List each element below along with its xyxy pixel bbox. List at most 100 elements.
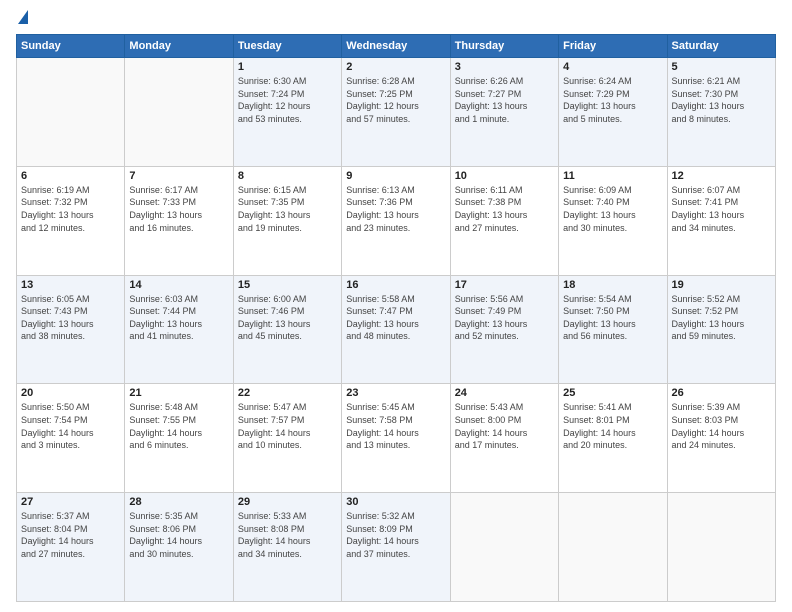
calendar-day-cell (125, 58, 233, 167)
calendar-day-cell: 13 Sunrise: 6:05 AM Sunset: 7:43 PM Dayli… (17, 275, 125, 384)
weekday-header-friday: Friday (559, 35, 667, 58)
calendar-table: SundayMondayTuesdayWednesdayThursdayFrid… (16, 34, 776, 602)
calendar-day-cell: 28 Sunrise: 5:35 AM Sunset: 8:06 PM Dayli… (125, 493, 233, 602)
day-info: Sunrise: 5:33 AM Sunset: 8:08 PM Dayligh… (238, 510, 337, 560)
day-number: 16 (346, 279, 445, 291)
calendar-day-cell: 1 Sunrise: 6:30 AM Sunset: 7:24 PM Daylig… (233, 58, 341, 167)
day-info: Sunrise: 5:39 AM Sunset: 8:03 PM Dayligh… (672, 401, 771, 451)
calendar-day-cell: 20 Sunrise: 5:50 AM Sunset: 7:54 PM Dayli… (17, 384, 125, 493)
day-number: 10 (455, 170, 554, 182)
day-info: Sunrise: 6:05 AM Sunset: 7:43 PM Dayligh… (21, 293, 120, 343)
weekday-header-thursday: Thursday (450, 35, 558, 58)
calendar-day-cell: 8 Sunrise: 6:15 AM Sunset: 7:35 PM Daylig… (233, 166, 341, 275)
calendar-day-cell: 22 Sunrise: 5:47 AM Sunset: 7:57 PM Dayli… (233, 384, 341, 493)
calendar-day-cell: 24Sunrise: 5:43 AM Sunset: 8:00 PM Dayli… (450, 384, 558, 493)
calendar-day-cell: 17 Sunrise: 5:56 AM Sunset: 7:49 PM Dayli… (450, 275, 558, 384)
weekday-header-tuesday: Tuesday (233, 35, 341, 58)
day-info: Sunrise: 6:15 AM Sunset: 7:35 PM Dayligh… (238, 184, 337, 234)
calendar-day-cell: 2 Sunrise: 6:28 AM Sunset: 7:25 PM Daylig… (342, 58, 450, 167)
day-info: Sunrise: 5:50 AM Sunset: 7:54 PM Dayligh… (21, 401, 120, 451)
day-number: 26 (672, 387, 771, 399)
day-info: Sunrise: 6:26 AM Sunset: 7:27 PM Dayligh… (455, 75, 554, 125)
calendar-week-row: 27 Sunrise: 5:37 AM Sunset: 8:04 PM Dayli… (17, 493, 776, 602)
day-info: Sunrise: 6:07 AM Sunset: 7:41 PM Dayligh… (672, 184, 771, 234)
calendar-day-cell: 14 Sunrise: 6:03 AM Sunset: 7:44 PM Dayli… (125, 275, 233, 384)
weekday-header-saturday: Saturday (667, 35, 775, 58)
weekday-header-row: SundayMondayTuesdayWednesdayThursdayFrid… (17, 35, 776, 58)
day-info: Sunrise: 6:17 AM Sunset: 7:33 PM Dayligh… (129, 184, 228, 234)
day-number: 27 (21, 496, 120, 508)
page: SundayMondayTuesdayWednesdayThursdayFrid… (0, 0, 792, 612)
day-number: 5 (672, 61, 771, 73)
day-info: Sunrise: 5:32 AM Sunset: 8:09 PM Dayligh… (346, 510, 445, 560)
day-number: 21 (129, 387, 228, 399)
day-info: Sunrise: 5:54 AM Sunset: 7:50 PM Dayligh… (563, 293, 662, 343)
calendar-week-row: 13 Sunrise: 6:05 AM Sunset: 7:43 PM Dayli… (17, 275, 776, 384)
day-info: Sunrise: 6:28 AM Sunset: 7:25 PM Dayligh… (346, 75, 445, 125)
calendar-day-cell: 10 Sunrise: 6:11 AM Sunset: 7:38 PM Dayli… (450, 166, 558, 275)
logo (16, 12, 28, 26)
calendar-day-cell (450, 493, 558, 602)
calendar-day-cell: 12 Sunrise: 6:07 AM Sunset: 7:41 PM Dayli… (667, 166, 775, 275)
calendar-day-cell: 26 Sunrise: 5:39 AM Sunset: 8:03 PM Dayli… (667, 384, 775, 493)
day-number: 14 (129, 279, 228, 291)
day-number: 2 (346, 61, 445, 73)
day-number: 17 (455, 279, 554, 291)
day-info: Sunrise: 5:58 AM Sunset: 7:47 PM Dayligh… (346, 293, 445, 343)
header (16, 12, 776, 26)
day-info: Sunrise: 6:21 AM Sunset: 7:30 PM Dayligh… (672, 75, 771, 125)
day-number: 12 (672, 170, 771, 182)
calendar-day-cell: 11 Sunrise: 6:09 AM Sunset: 7:40 PM Dayli… (559, 166, 667, 275)
day-number: 8 (238, 170, 337, 182)
day-info: Sunrise: 6:09 AM Sunset: 7:40 PM Dayligh… (563, 184, 662, 234)
calendar-day-cell: 29 Sunrise: 5:33 AM Sunset: 8:08 PM Dayli… (233, 493, 341, 602)
weekday-header-wednesday: Wednesday (342, 35, 450, 58)
calendar-day-cell: 23 Sunrise: 5:45 AM Sunset: 7:58 PM Dayli… (342, 384, 450, 493)
logo-triangle-icon (18, 10, 28, 24)
calendar-day-cell: 21 Sunrise: 5:48 AM Sunset: 7:55 PM Dayli… (125, 384, 233, 493)
day-info: Sunrise: 5:43 AM Sunset: 8:00 PM Dayligh… (455, 401, 554, 451)
day-info: Sunrise: 5:56 AM Sunset: 7:49 PM Dayligh… (455, 293, 554, 343)
day-number: 23 (346, 387, 445, 399)
calendar-day-cell: 5 Sunrise: 6:21 AM Sunset: 7:30 PM Daylig… (667, 58, 775, 167)
calendar-day-cell: 6Sunrise: 6:19 AM Sunset: 7:32 PM Daylig… (17, 166, 125, 275)
calendar-week-row: 1 Sunrise: 6:30 AM Sunset: 7:24 PM Daylig… (17, 58, 776, 167)
day-number: 20 (21, 387, 120, 399)
day-number: 28 (129, 496, 228, 508)
calendar-day-cell: 9 Sunrise: 6:13 AM Sunset: 7:36 PM Daylig… (342, 166, 450, 275)
day-info: Sunrise: 5:37 AM Sunset: 8:04 PM Dayligh… (21, 510, 120, 560)
calendar-day-cell: 4 Sunrise: 6:24 AM Sunset: 7:29 PM Daylig… (559, 58, 667, 167)
day-number: 9 (346, 170, 445, 182)
day-number: 11 (563, 170, 662, 182)
calendar-day-cell: 16 Sunrise: 5:58 AM Sunset: 7:47 PM Dayli… (342, 275, 450, 384)
calendar-day-cell: 3Sunrise: 6:26 AM Sunset: 7:27 PM Daylig… (450, 58, 558, 167)
day-info: Sunrise: 6:00 AM Sunset: 7:46 PM Dayligh… (238, 293, 337, 343)
calendar-day-cell: 30Sunrise: 5:32 AM Sunset: 8:09 PM Dayli… (342, 493, 450, 602)
day-info: Sunrise: 5:35 AM Sunset: 8:06 PM Dayligh… (129, 510, 228, 560)
day-info: Sunrise: 6:30 AM Sunset: 7:24 PM Dayligh… (238, 75, 337, 125)
day-info: Sunrise: 6:13 AM Sunset: 7:36 PM Dayligh… (346, 184, 445, 234)
calendar-day-cell (559, 493, 667, 602)
day-info: Sunrise: 6:03 AM Sunset: 7:44 PM Dayligh… (129, 293, 228, 343)
day-number: 19 (672, 279, 771, 291)
calendar-day-cell: 7 Sunrise: 6:17 AM Sunset: 7:33 PM Daylig… (125, 166, 233, 275)
day-number: 22 (238, 387, 337, 399)
day-number: 1 (238, 61, 337, 73)
day-info: Sunrise: 6:19 AM Sunset: 7:32 PM Dayligh… (21, 184, 120, 234)
day-info: Sunrise: 5:45 AM Sunset: 7:58 PM Dayligh… (346, 401, 445, 451)
day-number: 4 (563, 61, 662, 73)
day-info: Sunrise: 5:52 AM Sunset: 7:52 PM Dayligh… (672, 293, 771, 343)
calendar-day-cell: 19 Sunrise: 5:52 AM Sunset: 7:52 PM Dayli… (667, 275, 775, 384)
day-number: 29 (238, 496, 337, 508)
calendar-day-cell: 18Sunrise: 5:54 AM Sunset: 7:50 PM Dayli… (559, 275, 667, 384)
day-number: 15 (238, 279, 337, 291)
day-info: Sunrise: 6:24 AM Sunset: 7:29 PM Dayligh… (563, 75, 662, 125)
day-info: Sunrise: 5:48 AM Sunset: 7:55 PM Dayligh… (129, 401, 228, 451)
day-number: 7 (129, 170, 228, 182)
calendar-day-cell (17, 58, 125, 167)
day-number: 13 (21, 279, 120, 291)
weekday-header-sunday: Sunday (17, 35, 125, 58)
day-info: Sunrise: 5:47 AM Sunset: 7:57 PM Dayligh… (238, 401, 337, 451)
day-info: Sunrise: 6:11 AM Sunset: 7:38 PM Dayligh… (455, 184, 554, 234)
day-number: 25 (563, 387, 662, 399)
